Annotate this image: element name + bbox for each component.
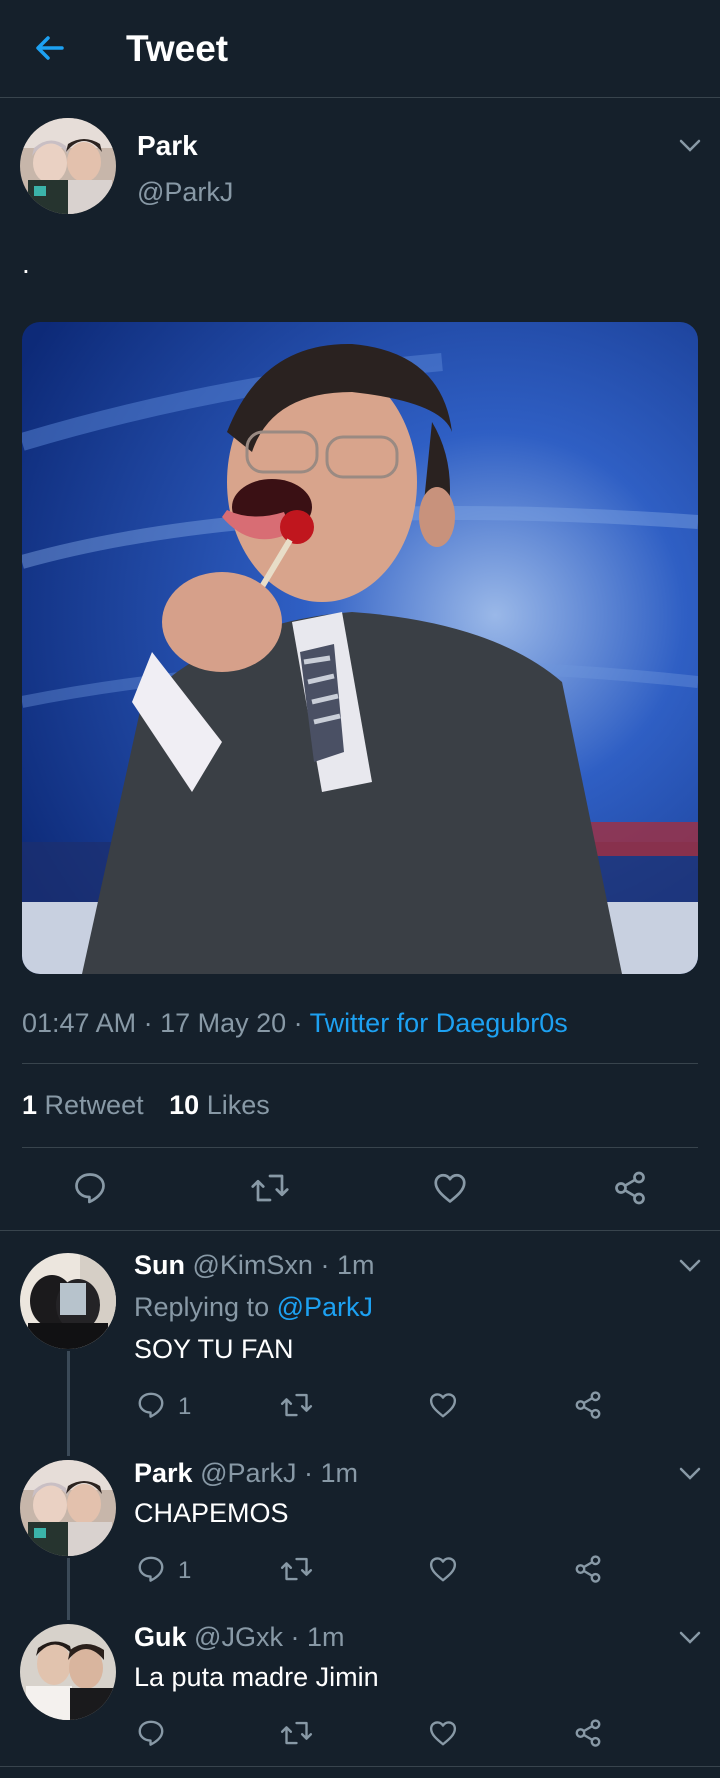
reply-header: Guk @JGxk · 1m xyxy=(134,1622,344,1653)
likes-stat[interactable]: 10 Likes xyxy=(169,1090,270,1120)
reply-count: 1 xyxy=(178,1557,192,1584)
chevron-down-icon[interactable] xyxy=(678,1630,702,1646)
like-icon[interactable] xyxy=(428,1554,458,1584)
separator: · xyxy=(136,1008,161,1038)
reply-icon[interactable] xyxy=(136,1718,166,1748)
like-icon[interactable] xyxy=(428,1390,458,1420)
replying-to-handle[interactable]: @ParkJ xyxy=(277,1292,373,1322)
reply-author-name[interactable]: Sun xyxy=(134,1250,185,1280)
separator: · xyxy=(282,1622,307,1652)
top-bar: Tweet xyxy=(0,0,720,98)
thread-line xyxy=(67,1558,70,1620)
replying-to: Replying to @ParkJ xyxy=(134,1292,373,1323)
like-icon[interactable] xyxy=(432,1170,468,1206)
reply-author-handle[interactable]: @ParkJ xyxy=(200,1458,296,1488)
tweet-stats: 1 Retweet 10 Likes xyxy=(22,1090,270,1121)
section-divider xyxy=(0,1230,720,1231)
like-count: 10 xyxy=(169,1090,200,1120)
page-title: Tweet xyxy=(126,28,229,69)
share-icon[interactable] xyxy=(612,1170,648,1206)
reply-icon[interactable] xyxy=(136,1554,166,1584)
retweet-icon[interactable] xyxy=(280,1390,313,1420)
separator: · xyxy=(312,1250,337,1280)
chevron-down-icon[interactable] xyxy=(678,138,702,154)
share-icon[interactable] xyxy=(573,1390,603,1420)
reply-time: 1m xyxy=(306,1622,345,1652)
retweet-count: 1 xyxy=(22,1090,38,1120)
retweet-icon[interactable] xyxy=(280,1718,313,1748)
tweet-date: 17 May 20 xyxy=(160,1008,287,1038)
tweet-time: 01:47 AM xyxy=(22,1008,137,1038)
tweet-source-link[interactable]: Twitter for Daegubr0s xyxy=(310,1008,568,1038)
reply-header: Park @ParkJ · 1m xyxy=(134,1458,358,1489)
thread-line xyxy=(67,1351,70,1456)
avatar[interactable] xyxy=(20,1624,116,1720)
reply-time: 1m xyxy=(320,1458,359,1488)
reply-time: 1m xyxy=(336,1250,375,1280)
like-label: Likes xyxy=(206,1090,270,1120)
author-name[interactable]: Park xyxy=(137,130,198,162)
separator: · xyxy=(296,1458,321,1488)
reply-count: 1 xyxy=(178,1393,192,1420)
retweet-label: Retweet xyxy=(44,1090,144,1120)
separator: · xyxy=(286,1008,310,1038)
tweet-timestamp: 01:47 AM · 17 May 20 · Twitter for Daegu… xyxy=(22,1008,568,1039)
reply-icon[interactable] xyxy=(72,1170,108,1206)
chevron-down-icon[interactable] xyxy=(678,1258,702,1274)
replying-to-label: Replying to xyxy=(134,1292,270,1322)
section-divider xyxy=(0,1766,720,1767)
reply-author-name[interactable]: Park xyxy=(134,1458,193,1488)
author-handle[interactable]: @ParkJ xyxy=(137,177,233,208)
reply-text: CHAPEMOS xyxy=(134,1498,289,1528)
share-icon[interactable] xyxy=(573,1718,603,1748)
reply-author-handle[interactable]: @KimSxn xyxy=(193,1250,313,1280)
avatar[interactable] xyxy=(20,1460,116,1556)
chevron-down-icon[interactable] xyxy=(678,1466,702,1482)
like-icon[interactable] xyxy=(428,1718,458,1748)
retweet-icon[interactable] xyxy=(250,1170,290,1206)
tweet-media-image[interactable] xyxy=(22,322,698,974)
tweet-text: . xyxy=(22,248,30,279)
reply-header: Sun @KimSxn · 1m xyxy=(134,1250,374,1281)
retweets-stat[interactable]: 1 Retweet xyxy=(22,1090,144,1120)
reply-text: La puta madre Jimin xyxy=(134,1662,379,1692)
reply-author-handle[interactable]: @JGxk xyxy=(194,1622,283,1652)
share-icon[interactable] xyxy=(573,1554,603,1584)
avatar[interactable] xyxy=(20,118,116,214)
reply-text: SOY TU FAN xyxy=(134,1334,294,1364)
retweet-icon[interactable] xyxy=(280,1554,313,1584)
divider xyxy=(22,1063,698,1064)
reply-author-name[interactable]: Guk xyxy=(134,1622,187,1652)
avatar[interactable] xyxy=(20,1253,116,1349)
back-arrow-icon[interactable] xyxy=(32,30,68,66)
reply-icon[interactable] xyxy=(136,1390,166,1420)
divider xyxy=(22,1147,698,1148)
